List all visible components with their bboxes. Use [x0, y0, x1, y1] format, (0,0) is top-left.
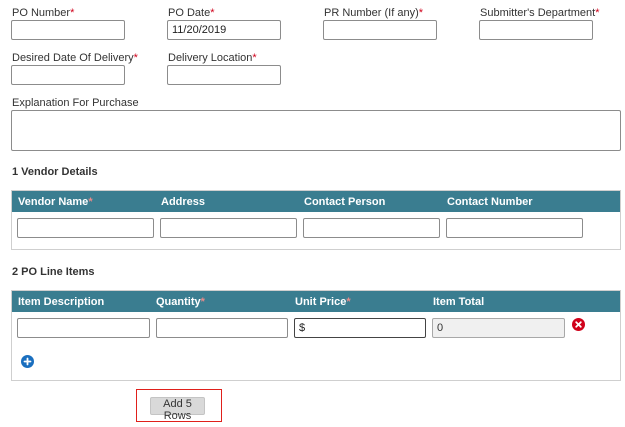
vendor-details-header: Vendor Name* Address Contact Person Cont…: [12, 191, 620, 212]
po-number-input[interactable]: [11, 20, 125, 40]
submitters-department-label: Submitter's Department*: [480, 7, 600, 19]
delivery-location-input[interactable]: [167, 65, 281, 85]
vendor-address-input[interactable]: [160, 218, 297, 238]
po-number-label: PO Number*: [12, 7, 75, 19]
po-line-items-title: 2 PO Line Items: [12, 266, 95, 278]
column-header-contact-person: Contact Person: [304, 196, 386, 208]
add-5-rows-button[interactable]: Add 5 Rows: [150, 397, 205, 422]
quantity-input[interactable]: [156, 318, 288, 338]
po-line-items-header: Item Description Quantity* Unit Price* I…: [12, 291, 620, 312]
column-header-unit-price: Unit Price*: [295, 296, 351, 308]
po-line-items-grid: Item Description Quantity* Unit Price* I…: [11, 290, 621, 381]
explanation-for-purchase-textarea[interactable]: [11, 110, 621, 151]
unit-price-input[interactable]: [294, 318, 426, 338]
column-header-item-description: Item Description: [18, 296, 105, 308]
column-header-vendor-name: Vendor Name*: [18, 196, 93, 208]
vendor-name-input[interactable]: [17, 218, 154, 238]
column-header-contact-number: Contact Number: [447, 196, 533, 208]
pr-number-label: PR Number (If any)*: [324, 7, 424, 19]
delivery-location-label: Delivery Location*: [168, 52, 257, 64]
pr-number-input[interactable]: [323, 20, 437, 40]
plus-circle-icon: [23, 357, 32, 366]
explanation-for-purchase-label: Explanation For Purchase: [12, 97, 139, 109]
vendor-details-title: 1 Vendor Details: [12, 166, 98, 178]
vendor-details-grid: Vendor Name* Address Contact Person Cont…: [11, 190, 621, 250]
po-date-label: PO Date*: [168, 7, 215, 19]
po-date-input[interactable]: [167, 20, 281, 40]
vendor-contact-number-input[interactable]: [446, 218, 583, 238]
column-header-address: Address: [161, 196, 206, 208]
add-row-button[interactable]: [21, 355, 34, 368]
item-total-input: [432, 318, 565, 338]
desired-date-of-delivery-input[interactable]: [11, 65, 125, 85]
item-description-input[interactable]: [17, 318, 150, 338]
column-header-quantity: Quantity*: [156, 296, 205, 308]
desired-date-of-delivery-label: Desired Date Of Delivery*: [12, 52, 138, 64]
close-circle-icon: [575, 321, 582, 328]
remove-row-button[interactable]: [572, 318, 585, 331]
vendor-contact-person-input[interactable]: [303, 218, 440, 238]
column-header-item-total: Item Total: [433, 296, 485, 308]
submitters-department-input[interactable]: [479, 20, 593, 40]
